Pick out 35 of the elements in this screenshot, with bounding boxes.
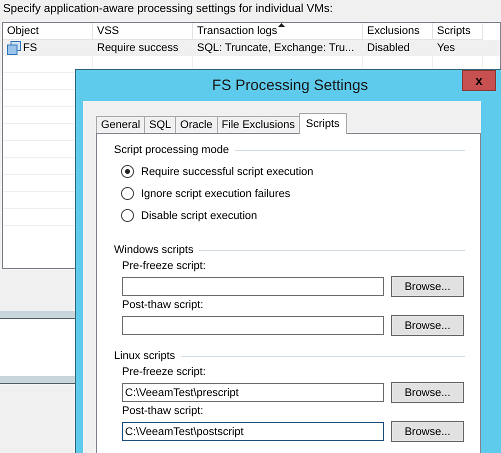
- radio-button[interactable]: [121, 209, 134, 222]
- browse-button[interactable]: Browse...: [391, 382, 464, 403]
- sort-arrow-icon: [278, 23, 286, 27]
- path-input-field[interactable]: C:\VeeamTest\postscript: [122, 422, 384, 441]
- close-button[interactable]: x: [462, 70, 496, 91]
- field-label: Pre-freeze script:: [122, 366, 207, 380]
- radio-label[interactable]: Require successful script execution: [141, 166, 314, 178]
- tab[interactable]: General: [96, 116, 146, 133]
- path-input-field[interactable]: [122, 316, 384, 335]
- group-title: Linux scripts: [114, 350, 176, 362]
- table-cell: Yes: [437, 42, 455, 54]
- vm-icon: [7, 41, 21, 55]
- radio-button[interactable]: [121, 187, 134, 200]
- table-cell: Disabled: [367, 42, 410, 54]
- group-title: Script processing mode: [114, 144, 229, 156]
- browse-button[interactable]: Browse...: [391, 421, 464, 442]
- radio-button[interactable]: [121, 165, 134, 178]
- instruction-text: Specify application-aware processing settings for individual VMs:: [2, 2, 334, 17]
- table-row[interactable]: FS Require success SQL: Truncate, Exchange: Tru... Disabled Yes: [3, 40, 500, 56]
- path-input-field[interactable]: [122, 277, 384, 296]
- browse-button[interactable]: Browse...: [391, 276, 464, 297]
- tab[interactable]: SQL: [144, 116, 176, 133]
- tab[interactable]: Scripts: [298, 113, 347, 134]
- browse-button[interactable]: Browse...: [391, 315, 464, 336]
- window-title: FS Processing Settings: [212, 77, 368, 94]
- field-label: Post-thaw script:: [122, 299, 204, 313]
- radio-label[interactable]: Disable script execution: [141, 210, 258, 222]
- path-input-field[interactable]: C:\VeeamTest\prescript: [122, 383, 384, 402]
- field-label: Pre-freeze script:: [122, 260, 207, 274]
- table-cell: Require success: [97, 42, 178, 54]
- radio-label[interactable]: Ignore script execution failures: [141, 188, 290, 200]
- table-cell: SQL: Truncate, Exchange: Tru...: [197, 42, 354, 54]
- table-cell: FS: [23, 42, 38, 54]
- group-title: Windows scripts: [114, 244, 194, 256]
- field-label: Post-thaw script:: [122, 405, 204, 419]
